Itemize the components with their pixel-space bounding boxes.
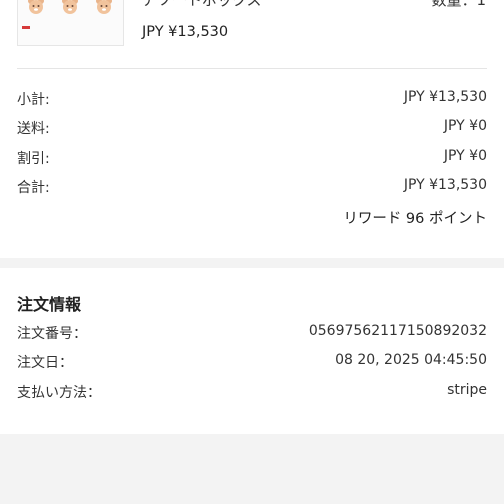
discount-row: 割引: JPY ¥0 [17, 148, 487, 170]
product-name[interactable]: アソートボックス [142, 0, 262, 10]
bear-plush-icon [26, 0, 46, 16]
order-date-row: 注文日： 08 20, 2025 04:45:50 [17, 352, 487, 374]
total-value: JPY ¥13,530 [403, 177, 487, 193]
subtotal-label: 小計: [17, 92, 50, 108]
discount-value: JPY ¥0 [443, 148, 487, 164]
shipping-label: 送料: [17, 121, 50, 137]
payment-method-value: stripe [447, 382, 487, 398]
order-number-row: 注文番号： 05697562117150892032 [17, 323, 487, 345]
subtotal-row: 小計: JPY ¥13,530 [17, 89, 487, 111]
order-number-label: 注文番号： [17, 326, 87, 342]
product-price: JPY ¥13,530 [142, 24, 229, 40]
discount-label: 割引: [17, 151, 50, 167]
payment-method-label: 支払い方法： [17, 385, 101, 401]
order-info-title: 注文情報 [17, 295, 82, 314]
total-row: 合計: JPY ¥13,530 [17, 177, 487, 199]
shipping-value: JPY ¥0 [443, 118, 487, 134]
brand-logo [22, 26, 30, 29]
bear-plush-icon [60, 0, 80, 16]
payment-method-row: 支払い方法： stripe [17, 382, 487, 404]
shipping-row: 送料: JPY ¥0 [17, 118, 487, 140]
total-label: 合計: [17, 180, 50, 196]
order-date-label: 注文日： [17, 355, 73, 371]
subtotal-value: JPY ¥13,530 [403, 89, 487, 105]
product-thumbnail[interactable] [17, 0, 124, 46]
reward-points: リワード 96 ポイント [343, 211, 487, 227]
order-number-value: 05697562117150892032 [308, 323, 487, 339]
order-date-value: 08 20, 2025 04:45:50 [335, 352, 487, 368]
divider [17, 68, 487, 69]
bear-plush-icon [94, 0, 114, 16]
order-summary-card: アソートボックス 数量：1 JPY ¥13,530 小計: JPY ¥13,53… [0, 0, 504, 258]
product-quantity: 数量：1 [431, 0, 486, 9]
